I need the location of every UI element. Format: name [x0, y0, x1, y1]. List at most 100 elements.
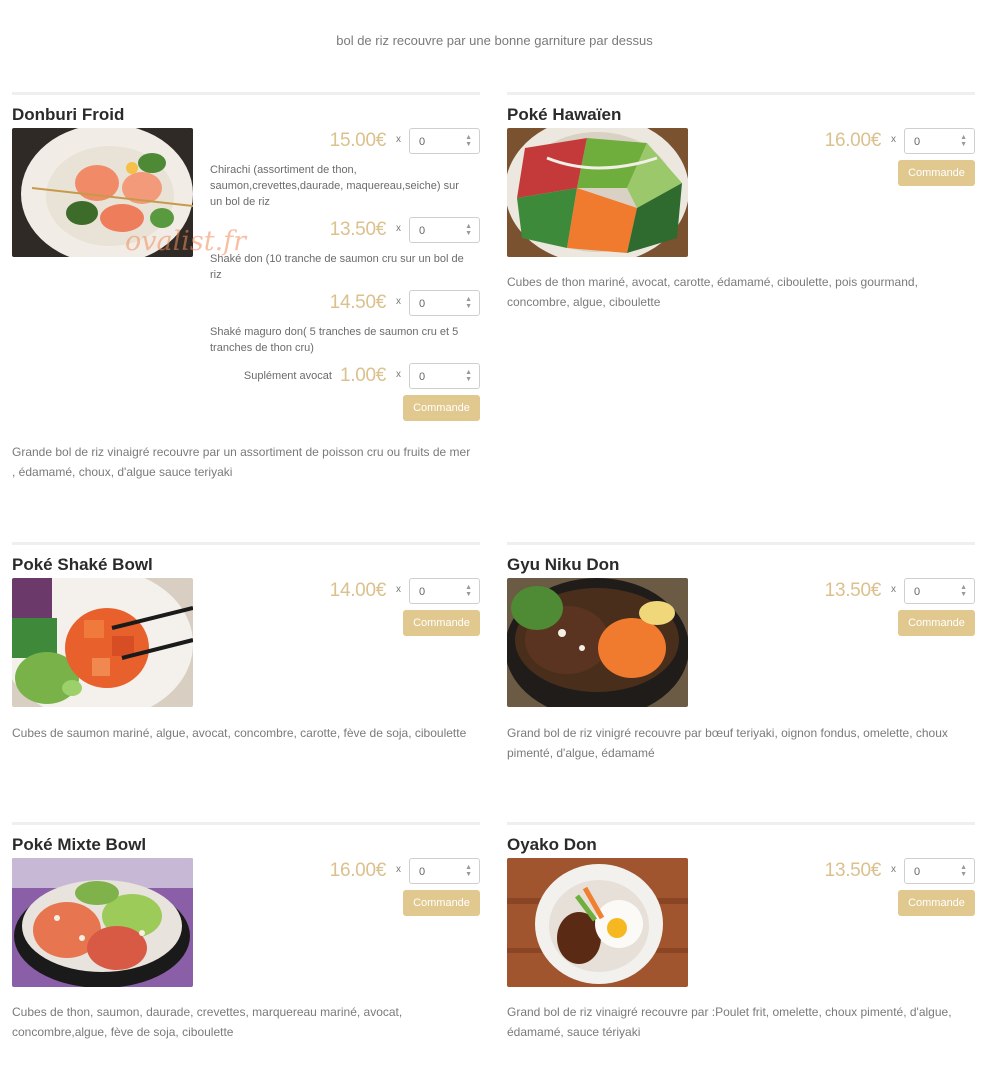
dish-photo[interactable] [507, 578, 688, 707]
watermark-text: ovalist.fr [125, 226, 247, 257]
option-row: 16.00€ x 0 ▲ ▼ [705, 128, 975, 154]
quantity-stepper[interactable]: 0 ▲ ▼ [409, 217, 480, 243]
menu-card-gyu-niku-don: Gyu Niku Don 13.50€ x 0 ▲ ▼ Commande Grand… [507, 542, 975, 772]
order-button[interactable]: Commande [898, 160, 975, 186]
price-label: 16.00€ [329, 860, 387, 881]
dish-options: 14.00€ x 0 ▲ ▼ Commande [210, 578, 480, 636]
dish-photo[interactable] [507, 128, 688, 257]
quantity-stepper[interactable]: 0 ▲ ▼ [409, 578, 480, 604]
order-button[interactable]: Commande [898, 890, 975, 916]
card-divider [507, 822, 975, 825]
dish-description: Grande bol de riz vinaigré recouvre par … [12, 445, 471, 479]
quantity-value: 0 [419, 298, 426, 310]
multiply-sign: x [396, 133, 401, 145]
multiply-sign: x [396, 295, 401, 307]
spinner-arrows-icon[interactable]: ▲ ▼ [465, 864, 472, 878]
dish-options: 13.50€ x 0 ▲ ▼ Commande [705, 578, 975, 636]
dish-photo[interactable] [12, 858, 193, 987]
spinner-arrows-icon[interactable]: ▲ ▼ [960, 134, 967, 148]
option-row: Suplément avocat 1.00€ x 0 ▲ ▼ [210, 363, 480, 389]
option-row: 13.50€ x 0 ▲ ▼ [210, 217, 480, 243]
spinner-arrows-icon[interactable]: ▲ ▼ [465, 223, 472, 237]
dish-title: Poké Shaké Bowl [12, 555, 153, 574]
spinner-arrows-icon[interactable]: ▲ ▼ [465, 296, 472, 310]
option-description: Shaké maguro don( 5 tranches de saumon c… [210, 326, 459, 354]
spinner-arrows-icon[interactable]: ▲ ▼ [465, 134, 472, 148]
quantity-value: 0 [914, 136, 921, 148]
menu-card-oyako-don: Oyako Don 13.50€ x 0 ▲ ▼ Commande Grand bo… [507, 822, 975, 1052]
dish-description: Cubes de saumon mariné, algue, avocat, c… [12, 726, 467, 740]
quantity-stepper[interactable]: 0 ▲ ▼ [904, 128, 975, 154]
multiply-sign: x [396, 863, 401, 875]
spinner-arrows-icon[interactable]: ▲ ▼ [960, 864, 967, 878]
spinner-arrows-icon[interactable]: ▲ ▼ [465, 584, 472, 598]
order-button[interactable]: Commande [403, 890, 480, 916]
dish-options: 16.00€ x 0 ▲ ▼ Commande [705, 128, 975, 186]
quantity-stepper[interactable]: 0 ▲ ▼ [904, 578, 975, 604]
order-button[interactable]: Commande [403, 610, 480, 636]
menu-card-poke-hawaien: Poké Hawaïen 16.00€ x 0 ▲ ▼ Commande Cubes… [507, 92, 975, 322]
option-row: 14.50€ x 0 ▲ ▼ [210, 290, 480, 316]
multiply-sign: x [891, 583, 896, 595]
option-row: 14.00€ x 0 ▲ ▼ [210, 578, 480, 604]
card-divider [12, 92, 480, 95]
dish-description: Cubes de thon, saumon, daurade, crevette… [12, 1005, 403, 1039]
price-label: 15.00€ [329, 130, 387, 151]
card-divider [12, 542, 480, 545]
price-label: 13.50€ [329, 219, 387, 240]
spinner-arrows-icon[interactable]: ▲ ▼ [465, 369, 472, 383]
dish-title: Oyako Don [507, 835, 597, 854]
multiply-sign: x [891, 863, 896, 875]
dish-options: 13.50€ x 0 ▲ ▼ Commande [705, 858, 975, 916]
quantity-value: 0 [419, 586, 426, 598]
quantity-stepper[interactable]: 0 ▲ ▼ [409, 858, 480, 884]
option-row: 16.00€ x 0 ▲ ▼ [210, 858, 480, 884]
option-row: 13.50€ x 0 ▲ ▼ [705, 578, 975, 604]
quantity-stepper[interactable]: 0 ▲ ▼ [409, 128, 480, 154]
dish-photo[interactable] [12, 578, 193, 707]
multiply-sign: x [891, 133, 896, 145]
card-divider [507, 92, 975, 95]
order-button[interactable]: Commande [403, 395, 480, 421]
quantity-value: 0 [419, 371, 426, 383]
quantity-value: 0 [419, 866, 426, 878]
dish-options: 16.00€ x 0 ▲ ▼ Commande [210, 858, 480, 916]
price-label: 13.50€ [824, 860, 882, 881]
quantity-value: 0 [914, 866, 921, 878]
quantity-value: 0 [419, 136, 426, 148]
price-label: 1.00€ [339, 365, 386, 386]
dish-title: Poké Hawaïen [507, 105, 622, 124]
menu-card-poke-mixte-bowl: Poké Mixte Bowl 16.00€ x 0 ▲ ▼ Commande Cu… [12, 822, 480, 1052]
dish-description: Grand bol de riz vinaigré recouvre par :… [507, 1005, 952, 1039]
dish-title: Donburi Froid [12, 105, 125, 124]
option-row: 15.00€ x 0 ▲ ▼ [210, 128, 480, 154]
section-intro-text: bol de riz recouvre par une bonne garnit… [336, 33, 653, 48]
quantity-value: 0 [419, 225, 426, 237]
multiply-sign: x [396, 222, 401, 234]
dish-title: Gyu Niku Don [507, 555, 620, 574]
spinner-arrows-icon[interactable]: ▲ ▼ [960, 584, 967, 598]
order-button[interactable]: Commande [898, 610, 975, 636]
option-description: Shaké don (10 tranche de saumon cru sur … [210, 253, 464, 281]
card-divider [12, 822, 480, 825]
dish-description: Cubes de thon mariné, avocat, carotte, é… [507, 275, 918, 309]
price-label: 13.50€ [824, 580, 882, 601]
option-label: Suplément avocat [243, 370, 332, 382]
menu-card-poke-shake-bowl: Poké Shaké Bowl 14.00€ x 0 ▲ ▼ Commande Cu… [12, 542, 480, 772]
price-label: 14.50€ [329, 292, 387, 313]
dish-options: 15.00€ x 0 ▲ ▼ Chirachi (assortiment de th… [210, 128, 480, 421]
quantity-value: 0 [914, 586, 921, 598]
option-description: Chirachi (assortiment de thon, saumon,cr… [210, 164, 459, 208]
card-divider [507, 542, 975, 545]
dish-description: Grand bol de riz vinigré recouvre par bœ… [507, 726, 948, 760]
multiply-sign: x [396, 583, 401, 595]
option-row: 13.50€ x 0 ▲ ▼ [705, 858, 975, 884]
quantity-stepper[interactable]: 0 ▲ ▼ [409, 363, 480, 389]
quantity-stepper[interactable]: 0 ▲ ▼ [409, 290, 480, 316]
menu-card-donburi-froid: Donburi Froid 15.00€ x 0 ▲ ▼ Chirachi (ass… [12, 92, 480, 492]
price-label: 14.00€ [329, 580, 387, 601]
dish-photo[interactable] [507, 858, 688, 987]
price-label: 16.00€ [824, 130, 882, 151]
quantity-stepper[interactable]: 0 ▲ ▼ [904, 858, 975, 884]
multiply-sign: x [396, 368, 401, 380]
